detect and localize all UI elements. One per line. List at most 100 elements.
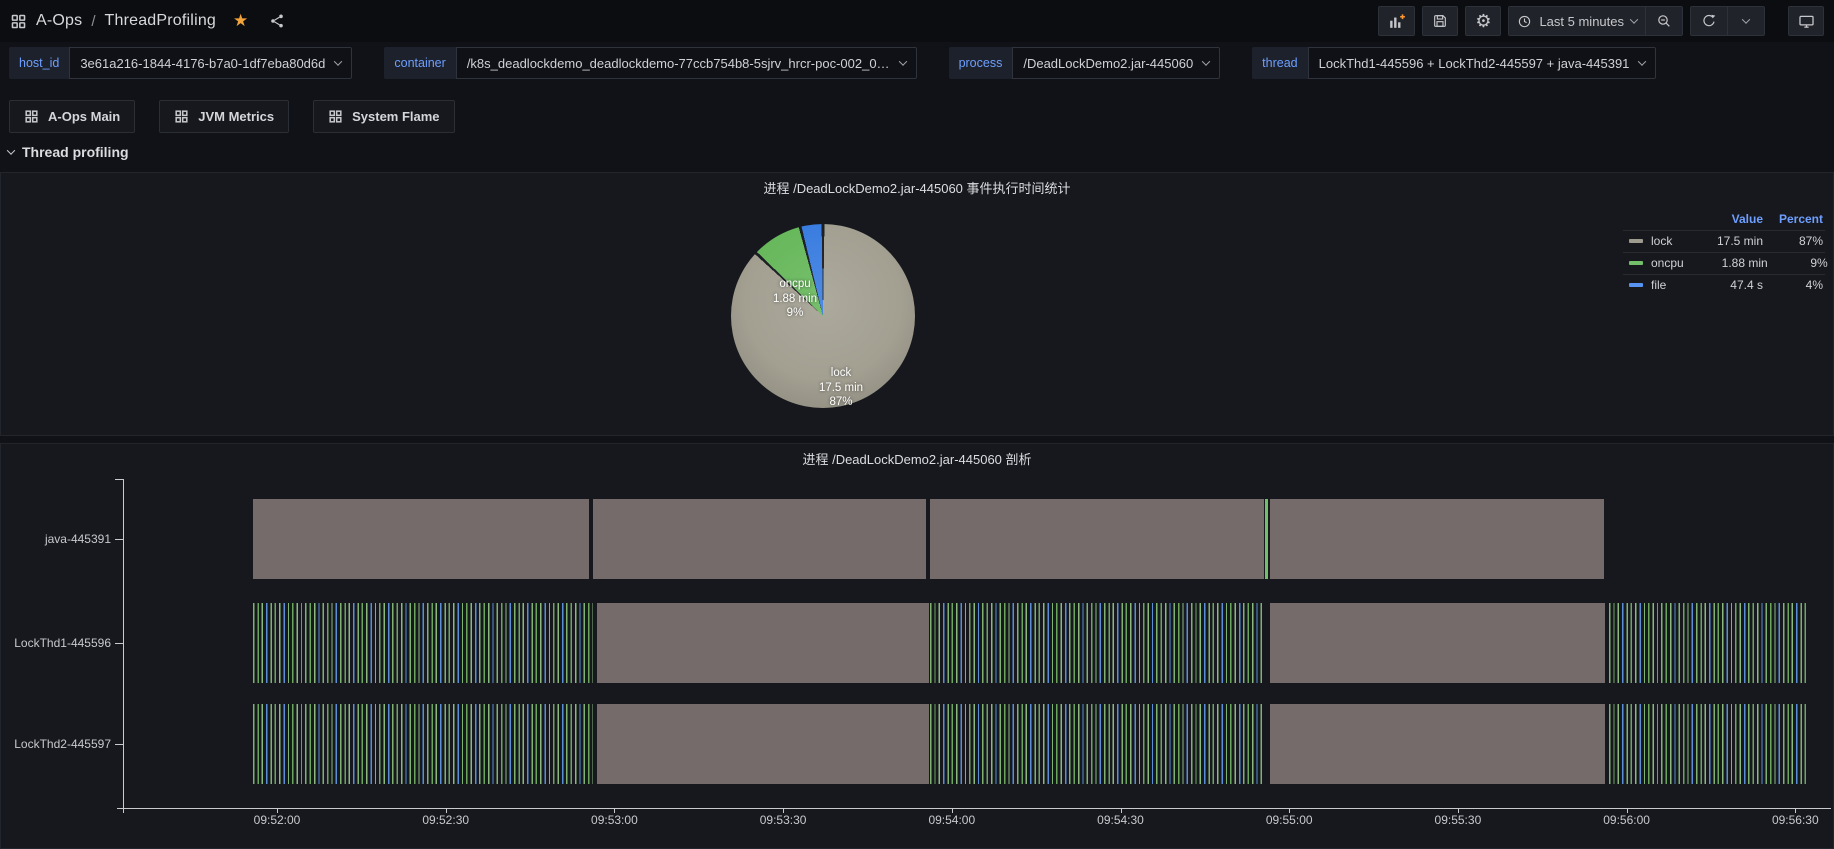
apps-grid-icon bbox=[174, 109, 189, 124]
template-variables: host_id 3e61a216-1844-4176-b7a0-1df7eba8… bbox=[9, 47, 1825, 79]
legend-swatch bbox=[1629, 283, 1643, 287]
link-label: JVM Metrics bbox=[198, 109, 274, 124]
time-range-label: Last 5 minutes bbox=[1539, 14, 1624, 29]
y-axis-label-LockThd1-445596: LockThd1-445596 bbox=[1, 636, 111, 650]
favorite-star-icon[interactable]: ★ bbox=[233, 11, 248, 31]
clock-icon bbox=[1517, 14, 1532, 29]
legend-series-label[interactable]: lock bbox=[1629, 234, 1679, 248]
timeline-segment-lock bbox=[253, 499, 588, 579]
y-axis-label-java-445391: java-445391 bbox=[1, 532, 111, 546]
apps-grid-icon[interactable] bbox=[10, 13, 27, 30]
refresh-controls bbox=[1690, 6, 1765, 36]
link-label: A-Ops Main bbox=[48, 109, 120, 124]
time-range-picker[interactable]: Last 5 minutes bbox=[1509, 7, 1645, 35]
save-icon bbox=[1432, 13, 1448, 29]
timeline-segment-lock bbox=[1270, 499, 1604, 579]
timeline-segment-events bbox=[253, 603, 593, 683]
variable-value: /k8s_deadlockdemo_deadlockdemo-77ccb754b… bbox=[467, 56, 890, 71]
x-axis-label: 09:55:30 bbox=[1435, 813, 1482, 827]
variable-label: host_id bbox=[9, 47, 69, 79]
variable-value: /DeadLockDemo2.jar-445060 bbox=[1023, 56, 1193, 71]
variable-value-dropdown[interactable]: /DeadLockDemo2.jar-445060 bbox=[1012, 47, 1220, 79]
panel-event-time-pie: 进程 /DeadLockDemo2.jar-445060 事件执行时间统计 lo… bbox=[0, 172, 1834, 436]
refresh-icon bbox=[1701, 13, 1717, 29]
gear-icon: ⚙ bbox=[1475, 11, 1491, 32]
variable-label: process bbox=[949, 47, 1013, 79]
link-label: System Flame bbox=[352, 109, 439, 124]
variable-value: LockThd1-445596 + LockThd2-445597 + java… bbox=[1319, 56, 1630, 71]
legend-value: 47.4 s bbox=[1679, 278, 1763, 292]
legend-row-lock: lock17.5 min87% bbox=[1623, 230, 1825, 252]
y-axis-tick bbox=[115, 643, 123, 644]
timeline-segment-events bbox=[253, 704, 593, 784]
x-axis-label: 09:54:30 bbox=[1097, 813, 1144, 827]
variable-host-id: host_id 3e61a216-1844-4176-b7a0-1df7eba8… bbox=[9, 47, 352, 79]
x-axis-label: 09:56:00 bbox=[1603, 813, 1650, 827]
pie-legend: ValuePercentlock17.5 min87%oncpu1.88 min… bbox=[1623, 209, 1825, 296]
timeline-segment-lock bbox=[930, 499, 1264, 579]
x-axis-label: 09:52:00 bbox=[254, 813, 301, 827]
dashboard-settings-button[interactable]: ⚙ bbox=[1465, 6, 1501, 36]
timeline-segment-lock bbox=[597, 704, 929, 784]
breadcrumb-separator: / bbox=[91, 13, 95, 30]
y-axis-tick bbox=[115, 744, 123, 745]
row-thread-profiling[interactable]: Thread profiling bbox=[8, 144, 129, 160]
pie-slice-label-oncpu: oncpu1.88 min9% bbox=[773, 277, 817, 321]
link-system-flame[interactable]: System Flame bbox=[313, 100, 454, 133]
legend-row-file: file47.4 s4% bbox=[1623, 274, 1825, 296]
x-axis-label: 09:55:00 bbox=[1266, 813, 1313, 827]
chevron-down-icon bbox=[1742, 15, 1750, 23]
variable-process: process /DeadLockDemo2.jar-445060 bbox=[949, 47, 1221, 79]
refresh-button[interactable] bbox=[1691, 7, 1727, 35]
refresh-interval-dropdown[interactable] bbox=[1728, 7, 1764, 35]
legend-percent: 9% bbox=[1768, 256, 1828, 270]
legend-row-oncpu: oncpu1.88 min9% bbox=[1623, 252, 1825, 274]
timeline-segment-lock bbox=[597, 603, 929, 683]
x-axis-label: 09:53:00 bbox=[591, 813, 638, 827]
legend-percent: 4% bbox=[1763, 278, 1823, 292]
pie-slice-label-lock: lock17.5 min87% bbox=[819, 366, 863, 410]
legend-swatch bbox=[1629, 239, 1643, 243]
time-controls: Last 5 minutes bbox=[1508, 6, 1683, 36]
legend-series-label[interactable]: oncpu bbox=[1629, 256, 1684, 270]
dashboard-links: A-Ops Main JVM Metrics System Flame bbox=[9, 100, 455, 133]
timeline-segment-events bbox=[930, 603, 1264, 683]
legend-header-value: Value bbox=[1679, 212, 1763, 226]
breadcrumb-app[interactable]: A-Ops bbox=[36, 12, 82, 30]
x-axis-line bbox=[117, 808, 1831, 809]
chevron-down-icon bbox=[1630, 15, 1638, 23]
variable-value: 3e61a216-1844-4176-b7a0-1df7eba80d6d bbox=[80, 56, 325, 71]
zoom-out-icon bbox=[1656, 13, 1672, 29]
link-jvm-metrics[interactable]: JVM Metrics bbox=[159, 100, 289, 133]
legend-swatch bbox=[1629, 261, 1643, 265]
save-dashboard-button[interactable] bbox=[1422, 6, 1458, 36]
timeline-segment-lock bbox=[1270, 704, 1606, 784]
timeline-segment-lock bbox=[593, 499, 926, 579]
variable-value-dropdown[interactable]: 3e61a216-1844-4176-b7a0-1df7eba80d6d bbox=[69, 47, 352, 79]
zoom-out-button[interactable] bbox=[1646, 7, 1682, 35]
bar-chart-plus-icon bbox=[1387, 12, 1406, 31]
chevron-down-icon bbox=[7, 146, 15, 154]
cycle-view-button[interactable] bbox=[1788, 6, 1824, 36]
breadcrumb-page[interactable]: ThreadProfiling bbox=[105, 12, 217, 30]
legend-value: 1.88 min bbox=[1684, 256, 1768, 270]
add-panel-button[interactable] bbox=[1378, 6, 1415, 36]
timeline-segment-lock bbox=[1270, 603, 1606, 683]
y-axis-line bbox=[123, 479, 124, 813]
variable-label: container bbox=[384, 47, 455, 79]
timeline-plot: 09:52:0009:52:3009:53:0009:53:3009:54:00… bbox=[1, 444, 1833, 848]
link-aops-main[interactable]: A-Ops Main bbox=[9, 100, 135, 133]
panel-title[interactable]: 进程 /DeadLockDemo2.jar-445060 事件执行时间统计 bbox=[1, 178, 1833, 197]
apps-grid-icon bbox=[24, 109, 39, 124]
nav-actions: ⚙ Last 5 minutes bbox=[1378, 6, 1824, 36]
legend-series-label[interactable]: file bbox=[1629, 278, 1679, 292]
legend-header-percent: Percent bbox=[1763, 212, 1823, 226]
x-axis-label: 09:54:00 bbox=[928, 813, 975, 827]
timeline-segment-oncpu bbox=[1265, 499, 1268, 579]
chevron-down-icon bbox=[1638, 57, 1646, 65]
legend-header-row: ValuePercent bbox=[1623, 209, 1825, 230]
variable-value-dropdown[interactable]: LockThd1-445596 + LockThd2-445597 + java… bbox=[1308, 47, 1657, 79]
variable-value-dropdown[interactable]: /k8s_deadlockdemo_deadlockdemo-77ccb754b… bbox=[456, 47, 917, 79]
variable-container: container /k8s_deadlockdemo_deadlockdemo… bbox=[384, 47, 916, 79]
share-icon[interactable] bbox=[269, 13, 285, 29]
